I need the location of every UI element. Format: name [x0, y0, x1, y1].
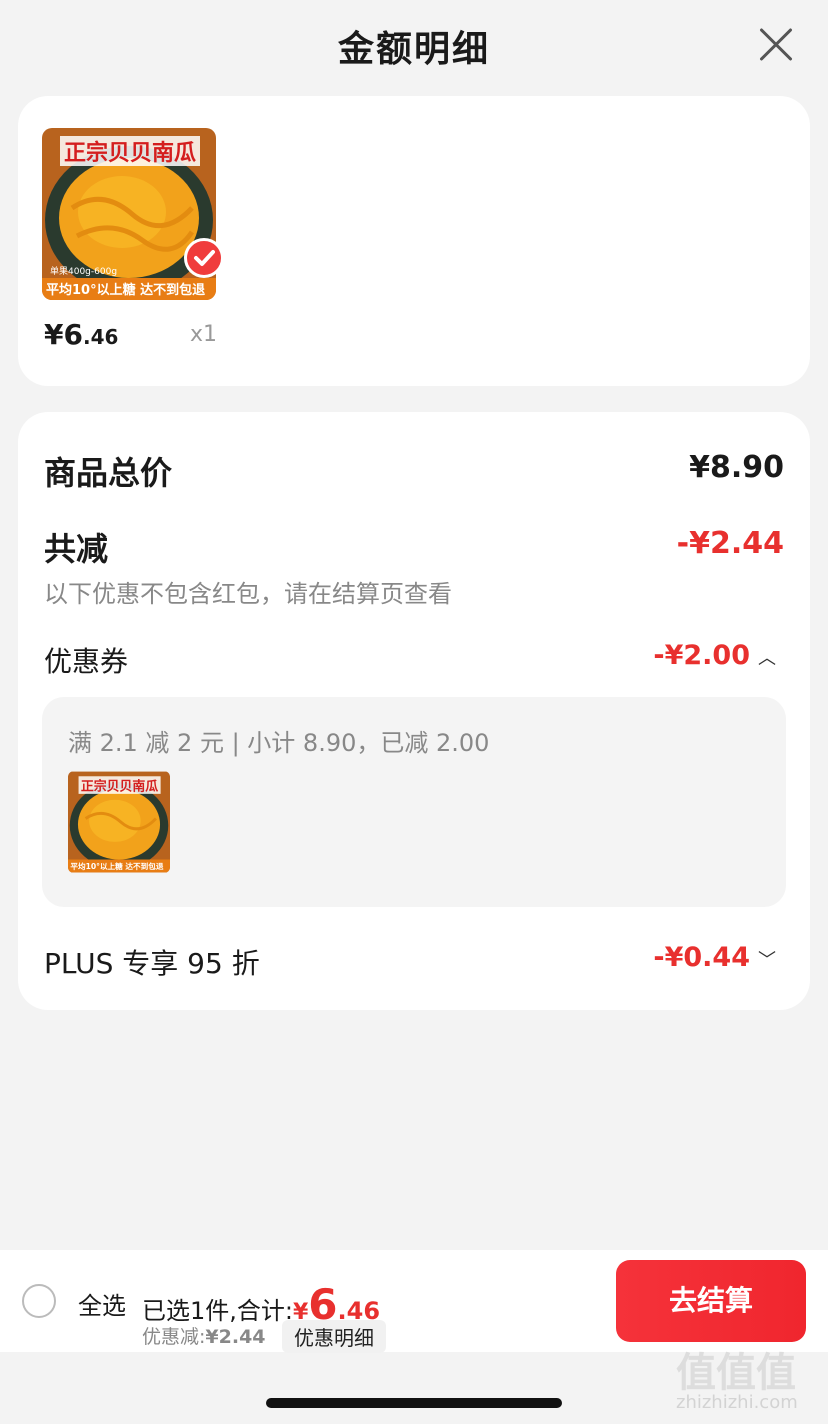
coupon-value: -¥2.00: [653, 640, 750, 671]
page-title: 金额明细: [337, 29, 490, 70]
watermark-url: zhizhizhi.com: [676, 1392, 798, 1413]
product-image-banner: 正宗贝贝南瓜: [64, 140, 196, 166]
product-quantity: x1: [190, 322, 218, 347]
amount-detail-card: 商品总价 ¥8.90 共减 -¥2.44 以下优惠不包含红包，请在结算页查看 优…: [18, 412, 810, 1010]
checkout-button[interactable]: 去结算: [616, 1260, 806, 1342]
product-price-int: ¥6: [44, 318, 83, 351]
select-all-label[interactable]: 全选: [78, 1286, 126, 1321]
close-icon[interactable]: [758, 26, 794, 62]
select-all-radio[interactable]: [22, 1284, 56, 1318]
home-indicator[interactable]: [266, 1398, 562, 1408]
coupon-product-image: 正宗贝贝南瓜 平均10°以上糖 达不到包退: [68, 771, 170, 873]
check-icon[interactable]: [184, 238, 224, 278]
discount-note: 以下优惠不包含红包，请在结算页查看: [44, 580, 452, 608]
reduce-label: 共减: [44, 530, 109, 568]
product-image-small: 单果400g-600g: [50, 265, 117, 277]
discount-prefix: 优惠减:: [142, 1326, 206, 1348]
product-price: ¥6.46: [44, 318, 118, 351]
watermark: 值值值: [676, 1350, 796, 1396]
product-card: 正宗贝贝南瓜 平均10°以上糖 达不到包退 单果400g-600g ¥6.46 …: [18, 96, 810, 386]
summary-prefix: 已选1件,合计:: [142, 1297, 293, 1325]
coupon-toggle[interactable]: -¥2.00 ︿: [653, 640, 776, 671]
discount-detail-button[interactable]: 优惠明细: [282, 1320, 386, 1353]
coupon-rule: 满 2.1 减 2 元 | 小计 8.90，已减 2.00: [68, 729, 490, 757]
discount-summary: 优惠减:¥2.44: [142, 1322, 266, 1349]
checkout-bar: 全选 已选1件,合计:¥6.46 优惠减:¥2.44 优惠明细 去结算: [0, 1250, 828, 1353]
chevron-down-icon: ﹀: [758, 949, 776, 971]
chevron-up-icon: ︿: [758, 647, 776, 669]
total-price-label: 商品总价: [44, 454, 173, 492]
coupon-image-banner: 正宗贝贝南瓜: [81, 778, 158, 794]
discount-amount: ¥2.44: [205, 1326, 266, 1348]
total-price-value: ¥8.90: [689, 450, 784, 485]
coupon-detail-box: 满 2.1 减 2 元 | 小计 8.90，已减 2.00 正宗贝贝南瓜 平均1…: [42, 697, 786, 907]
plus-discount-value: -¥0.44: [653, 942, 750, 973]
plus-discount-toggle[interactable]: -¥0.44 ﹀: [653, 942, 776, 973]
reduce-value: -¥2.44: [676, 526, 784, 561]
product-image-bottom: 平均10°以上糖 达不到包退: [46, 282, 205, 298]
coupon-label[interactable]: 优惠券: [44, 640, 128, 680]
header: 金额明细: [0, 0, 828, 90]
coupon-image-bottom: 平均10°以上糖 达不到包退: [70, 861, 164, 871]
product-price-dec: .46: [82, 325, 119, 349]
plus-discount-label[interactable]: PLUS 专享 95 折: [44, 942, 260, 982]
